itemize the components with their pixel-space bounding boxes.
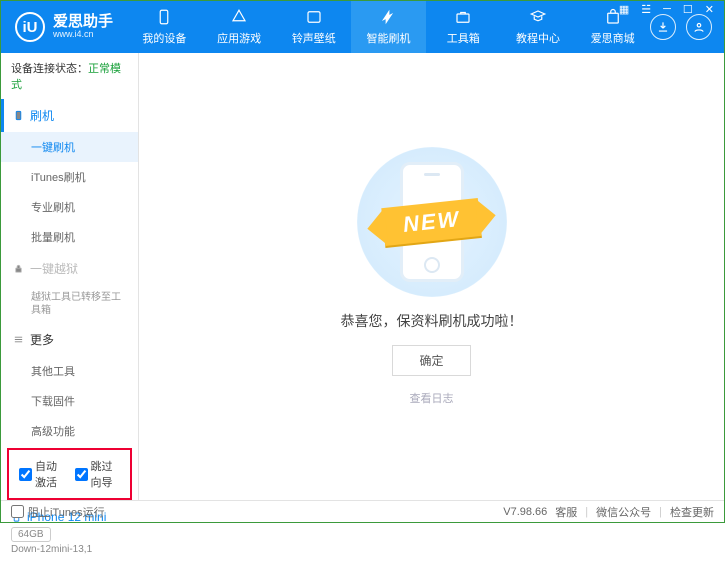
phone-small-icon — [13, 110, 24, 121]
sidebar-item-firmware[interactable]: 下载固件 — [1, 386, 138, 416]
nav-label: 智能刷机 — [367, 30, 411, 46]
nav-label: 爱思商城 — [591, 30, 635, 46]
ok-button[interactable]: 确定 — [392, 345, 470, 376]
nav-label: 工具箱 — [447, 30, 480, 46]
nav-label: 教程中心 — [516, 30, 560, 46]
wallpaper-icon — [305, 8, 323, 26]
version-label: V7.98.66 — [503, 506, 547, 518]
logo-icon: iU — [15, 12, 45, 42]
skin-icon[interactable]: ☱ — [639, 3, 653, 16]
minimize-icon[interactable]: ─ — [661, 3, 673, 16]
logo-area: iU 爱思助手 www.i4.cn — [1, 12, 127, 42]
cb-block-itunes-input[interactable] — [11, 505, 24, 518]
nav-ringtones[interactable]: 铃声壁纸 — [276, 1, 351, 53]
section-more[interactable]: 更多 — [1, 323, 138, 356]
sidebar-item-batch[interactable]: 批量刷机 — [1, 222, 138, 252]
app-url: www.i4.cn — [53, 30, 113, 40]
lock-icon — [13, 263, 24, 274]
header: iU 爱思助手 www.i4.cn 我的设备 应用游戏 铃声壁纸 智能刷机 工具… — [1, 1, 724, 53]
section-title: 更多 — [30, 331, 54, 348]
footer-wechat[interactable]: 微信公众号 — [596, 504, 651, 520]
nav-apps[interactable]: 应用游戏 — [202, 1, 277, 53]
sidebar-item-oneclick[interactable]: 一键刷机 — [1, 132, 138, 162]
maximize-icon[interactable]: ☐ — [681, 3, 695, 16]
apps-icon — [230, 8, 248, 26]
success-message: 恭喜您，保资料刷机成功啦！ — [341, 311, 523, 331]
sidebar-item-advanced[interactable]: 高级功能 — [1, 416, 138, 446]
section-flash[interactable]: 刷机 — [1, 99, 138, 132]
nav-my-device[interactable]: 我的设备 — [127, 1, 202, 53]
sidebar-item-pro[interactable]: 专业刷机 — [1, 192, 138, 222]
menu-icon — [13, 334, 24, 345]
success-illustration: NEW — [332, 147, 532, 297]
cb-skip-guide[interactable]: 跳过向导 — [75, 458, 121, 490]
sidebar: 设备连接状态：正常模式 刷机 一键刷机 iTunes刷机 专业刷机 批量刷机 一… — [1, 53, 139, 500]
cb-skip-guide-input[interactable] — [75, 468, 88, 481]
top-nav: 我的设备 应用游戏 铃声壁纸 智能刷机 工具箱 教程中心 爱思商城 — [127, 1, 650, 53]
download-button[interactable] — [650, 14, 676, 40]
header-right — [650, 14, 724, 40]
nav-toolbox[interactable]: 工具箱 — [426, 1, 501, 53]
user-button[interactable] — [686, 14, 712, 40]
tutorial-icon — [529, 8, 547, 26]
nav-flash[interactable]: 智能刷机 — [351, 1, 426, 53]
cb-block-itunes[interactable]: 阻止iTunes运行 — [11, 504, 105, 520]
nav-label: 我的设备 — [142, 30, 186, 46]
connection-status: 设备连接状态：正常模式 — [1, 53, 138, 99]
nav-tutorials[interactable]: 教程中心 — [501, 1, 576, 53]
section-title: 刷机 — [30, 107, 54, 124]
settings-icon[interactable]: ▦ — [617, 3, 631, 16]
flash-icon — [380, 8, 398, 26]
toolbox-icon — [454, 8, 472, 26]
section-title: 一键越狱 — [30, 260, 78, 277]
close-icon[interactable]: ✕ — [703, 3, 716, 16]
device-badge: 64GB — [11, 527, 51, 542]
nav-label: 应用游戏 — [217, 30, 261, 46]
main-panel: NEW 恭喜您，保资料刷机成功啦！ 确定 查看日志 — [139, 53, 724, 500]
footer-update[interactable]: 检查更新 — [670, 504, 714, 520]
cb-auto-activate[interactable]: 自动激活 — [19, 458, 65, 490]
conn-label: 设备连接状态： — [11, 63, 88, 75]
view-log-link[interactable]: 查看日志 — [410, 390, 454, 406]
cb-auto-activate-input[interactable] — [19, 468, 32, 481]
checkbox-row: 自动激活 跳过向导 — [7, 448, 132, 500]
device-sub: Down-12mini-13,1 — [11, 544, 128, 555]
section-jailbreak: 一键越狱 — [1, 252, 138, 285]
footer: 阻止iTunes运行 V7.98.66 客服 | 微信公众号 | 检查更新 — [1, 500, 724, 522]
phone-icon — [155, 8, 173, 26]
window-controls: ▦ ☱ ─ ☐ ✕ — [617, 3, 716, 16]
jailbreak-note: 越狱工具已转移至工具箱 — [1, 285, 138, 323]
app-name: 爱思助手 — [53, 14, 113, 31]
sidebar-item-other[interactable]: 其他工具 — [1, 356, 138, 386]
footer-service[interactable]: 客服 — [555, 504, 577, 520]
nav-label: 铃声壁纸 — [292, 30, 336, 46]
sidebar-item-itunes[interactable]: iTunes刷机 — [1, 162, 138, 192]
